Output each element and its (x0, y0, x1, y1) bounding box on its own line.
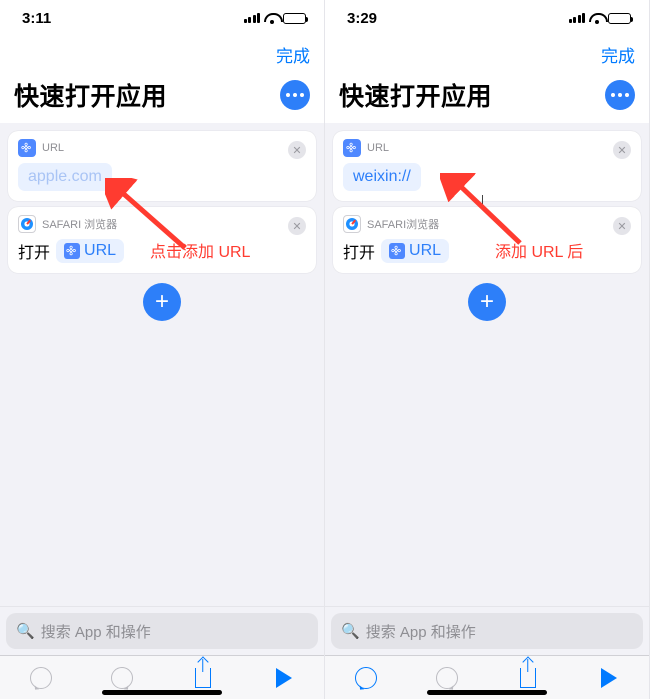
delete-action-button[interactable]: ✕ (288, 141, 306, 159)
safari-card-label: SAFARI 浏览器 (42, 216, 117, 232)
link-icon: ⌘ (64, 243, 80, 259)
page-title: 快速打开应用 (14, 77, 167, 113)
run-button[interactable] (271, 665, 297, 691)
share-button[interactable] (190, 665, 216, 691)
undo-button[interactable] (353, 665, 379, 691)
share-button[interactable] (515, 665, 541, 691)
status-bar: 3:11 (0, 0, 324, 36)
link-icon: ⌘ (343, 139, 361, 157)
status-time: 3:11 (22, 10, 51, 27)
share-icon (195, 668, 211, 688)
url-variable-chip[interactable]: ⌘ URL (56, 239, 124, 263)
redo-icon (111, 667, 133, 689)
annotation-text: 添加 URL 后 (495, 238, 583, 262)
url-action-card[interactable]: ⌘ URL ✕ apple.com (8, 131, 316, 201)
search-input[interactable]: 🔍 搜索 App 和操作 (331, 613, 643, 649)
ellipsis-icon (286, 93, 304, 97)
redo-icon (436, 667, 458, 689)
open-label: 打开 (343, 239, 375, 263)
delete-action-button[interactable]: ✕ (613, 141, 631, 159)
search-icon: 🔍 (341, 622, 360, 640)
play-icon (601, 668, 617, 688)
play-icon (276, 668, 292, 688)
open-label: 打开 (18, 239, 50, 263)
url-card-label: URL (367, 142, 389, 154)
cellular-icon (244, 13, 261, 23)
more-button[interactable] (605, 80, 635, 110)
status-bar: 3:29 (325, 0, 649, 36)
undo-button[interactable] (28, 665, 54, 691)
cellular-icon (569, 13, 586, 23)
wifi-icon (264, 12, 279, 24)
done-button[interactable]: 完成 (601, 42, 635, 67)
search-icon: 🔍 (16, 622, 35, 640)
annotation-text: 点击添加 URL (150, 238, 250, 262)
status-indicators (569, 12, 632, 24)
status-time: 3:29 (347, 10, 377, 27)
add-action-button[interactable]: + (143, 283, 181, 321)
delete-action-button[interactable]: ✕ (288, 217, 306, 235)
battery-icon (608, 13, 631, 24)
url-value-input[interactable]: apple.com (18, 163, 112, 191)
url-card-label: URL (42, 142, 64, 154)
url-action-card[interactable]: ⌘ URL ✕ weixin:// (333, 131, 641, 201)
screen-right: 3:29 完成 快速打开应用 ⌘ URL ✕ weixin:// SAF (325, 0, 650, 699)
safari-card-label: SAFARI浏览器 (367, 216, 439, 232)
more-button[interactable] (280, 80, 310, 110)
redo-button[interactable] (109, 665, 135, 691)
ellipsis-icon (611, 93, 629, 97)
url-variable-chip[interactable]: ⌘ URL (381, 239, 449, 263)
undo-icon (355, 667, 377, 689)
search-placeholder: 搜索 App 和操作 (366, 621, 476, 642)
home-indicator[interactable] (102, 690, 222, 695)
wifi-icon (589, 12, 604, 24)
screen-left: 3:11 完成 快速打开应用 ⌘ URL ✕ apple.com SAFARI … (0, 0, 325, 699)
search-input[interactable]: 🔍 搜索 App 和操作 (6, 613, 318, 649)
redo-button[interactable] (434, 665, 460, 691)
home-indicator[interactable] (427, 690, 547, 695)
safari-icon (18, 215, 36, 233)
delete-action-button[interactable]: ✕ (613, 217, 631, 235)
safari-icon (343, 215, 361, 233)
battery-icon (283, 13, 306, 24)
safari-action-card[interactable]: SAFARI浏览器 ✕ 打开 ⌘ URL (333, 207, 641, 273)
status-indicators (244, 12, 307, 24)
run-button[interactable] (596, 665, 622, 691)
link-icon: ⌘ (18, 139, 36, 157)
add-action-button[interactable]: + (468, 283, 506, 321)
done-button[interactable]: 完成 (276, 42, 310, 67)
undo-icon (30, 667, 52, 689)
share-icon (520, 668, 536, 688)
link-icon: ⌘ (389, 243, 405, 259)
url-value-input[interactable]: weixin:// (343, 163, 421, 191)
page-title: 快速打开应用 (339, 77, 492, 113)
search-placeholder: 搜索 App 和操作 (41, 621, 151, 642)
